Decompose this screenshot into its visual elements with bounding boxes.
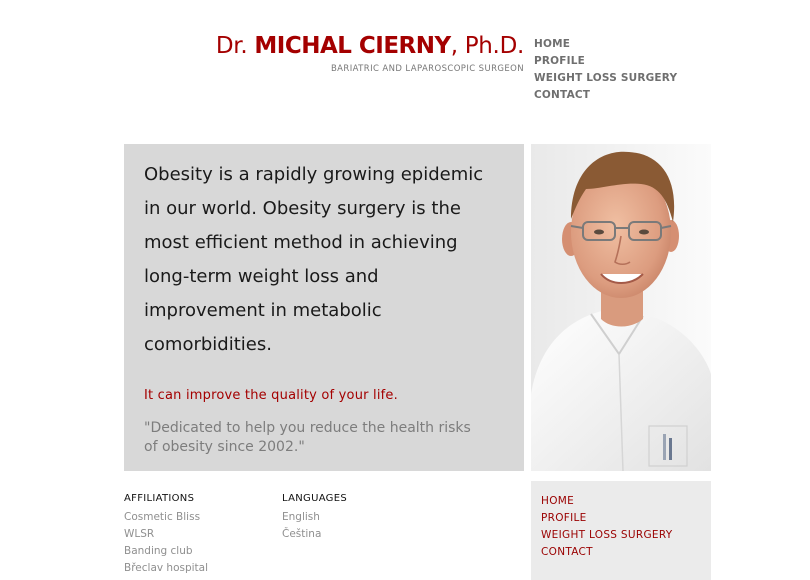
bottom-nav-contact[interactable]: CONTACT — [541, 544, 711, 561]
bottom-nav-home[interactable]: HOME — [541, 493, 711, 510]
name-main: MICHAL CIERNY — [254, 33, 451, 59]
hero-quote: "Dedicated to help you reduce the health… — [144, 420, 471, 455]
site-logo[interactable]: Dr. MICHAL CIERNY, Ph.D. BARIATRIC AND L… — [200, 30, 524, 74]
name-suffix: , Ph.D. — [450, 33, 525, 59]
affiliation-link[interactable]: WLSR — [124, 526, 208, 543]
hero-text: Obesity is a rapidly growing epidemic in… — [144, 164, 484, 355]
top-nav-home[interactable]: HOME — [534, 36, 677, 53]
tagline: BARIATRIC AND LAPAROSCOPIC SURGEON — [330, 64, 524, 74]
bottom-nav-weight-loss-surgery[interactable]: WEIGHT LOSS SURGERY — [541, 527, 711, 544]
top-nav-weight-loss-surgery[interactable]: WEIGHT LOSS SURGERY — [534, 70, 677, 87]
affiliation-link[interactable]: Cosmetic Bliss — [124, 509, 208, 526]
top-navigation: HOME PROFILE WEIGHT LOSS SURGERY CONTACT — [534, 36, 677, 104]
doctor-name: Dr. MICHAL CIERNY, Ph.D. — [200, 30, 524, 62]
affiliation-link[interactable]: Banding club — [124, 543, 208, 560]
languages-title: LANGUAGES — [282, 493, 347, 504]
bottom-navigation: HOME PROFILE WEIGHT LOSS SURGERY CONTACT — [531, 481, 711, 580]
language-link-english[interactable]: English — [282, 509, 347, 526]
affiliation-link[interactable]: Břeclav hospital — [124, 560, 208, 577]
doctor-photo — [531, 144, 711, 471]
hero-highlight: It can improve the quality of your life. — [144, 388, 398, 403]
hero-panel: Obesity is a rapidly growing epidemic in… — [124, 144, 524, 471]
bottom-nav-profile[interactable]: PROFILE — [541, 510, 711, 527]
languages-section: LANGUAGES English Čeština — [282, 493, 347, 543]
language-link-cestina[interactable]: Čeština — [282, 526, 347, 543]
top-nav-contact[interactable]: CONTACT — [534, 87, 677, 104]
top-nav-profile[interactable]: PROFILE — [534, 53, 677, 70]
name-prefix: Dr. — [215, 33, 248, 59]
affiliations-title: AFFILIATIONS — [124, 493, 195, 504]
affiliations-section: AFFILIATIONS Cosmetic Bliss WLSR Banding… — [124, 493, 208, 577]
